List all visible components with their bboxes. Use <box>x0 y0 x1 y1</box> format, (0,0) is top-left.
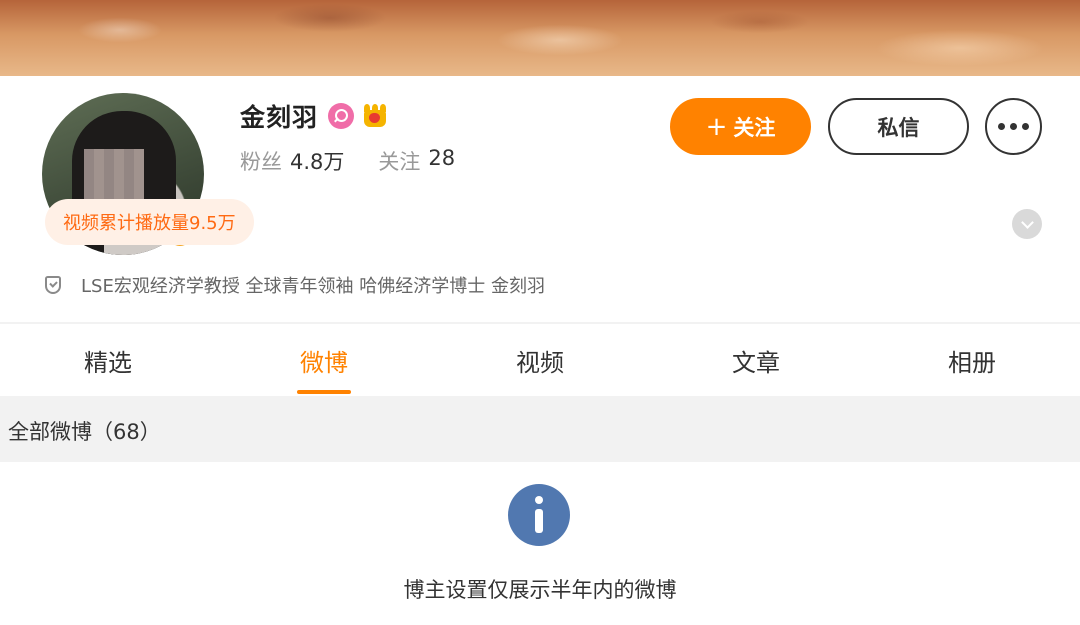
followers-label[interactable]: 粉丝 <box>240 146 282 176</box>
dot-icon <box>1022 123 1029 130</box>
profile-tabs: 精选 微博 视频 文章 相册 <box>0 324 1080 396</box>
tab-weibo[interactable]: 微博 <box>216 324 432 396</box>
tab-albums[interactable]: 相册 <box>864 324 1080 396</box>
following-label[interactable]: 关注 <box>378 146 420 176</box>
stats: 粉丝 4.8万 关注 28 <box>240 146 489 176</box>
feed-notice: 博主设置仅展示半年内的微博 <box>0 462 1080 625</box>
dot-icon <box>1010 123 1017 130</box>
chevron-down-icon <box>1020 215 1034 229</box>
followers-count[interactable]: 4.8万 <box>290 146 344 176</box>
tab-articles[interactable]: 文章 <box>648 324 864 396</box>
dot-icon <box>998 123 1005 130</box>
name-row: 金刻羽 <box>240 100 388 132</box>
video-play-count: 视频累计播放量9.5万 <box>63 213 236 234</box>
user-name: 金刻羽 <box>240 103 319 132</box>
bio: LSE宏观经济学教授 全球青年领袖 哈佛经济学博士 金刻羽 <box>45 272 545 298</box>
message-label: 私信 <box>877 115 920 140</box>
pink-badge-icon[interactable] <box>328 103 355 129</box>
cover-image <box>0 0 1080 76</box>
message-button[interactable]: 私信 <box>828 98 969 155</box>
video-play-count-chip[interactable]: 视频累计播放量9.5万 <box>45 199 254 245</box>
profile-page: V 金刻羽 粉丝 4.8万 关注 28 + 关注 私信 <box>0 0 1080 625</box>
follow-button[interactable]: + 关注 <box>670 98 811 155</box>
plus-icon: + <box>705 111 728 142</box>
expand-profile-button[interactable] <box>1012 209 1042 239</box>
more-options-button[interactable] <box>985 98 1042 155</box>
tab-videos[interactable]: 视频 <box>432 324 648 396</box>
notice-text: 博主设置仅展示半年内的微博 <box>403 578 677 602</box>
tab-featured[interactable]: 精选 <box>0 324 216 396</box>
following-count[interactable]: 28 <box>428 146 455 176</box>
follow-label: 关注 <box>733 115 776 140</box>
bio-text: LSE宏观经济学教授 全球青年领袖 哈佛经济学博士 金刻羽 <box>81 276 545 297</box>
info-icon <box>508 484 570 546</box>
shield-icon <box>45 276 61 294</box>
profile-card: V 金刻羽 粉丝 4.8万 关注 28 + 关注 私信 <box>0 76 1080 322</box>
crown-badge-icon[interactable] <box>362 104 388 128</box>
feed-title[interactable]: 全部微博（68） <box>8 416 161 446</box>
